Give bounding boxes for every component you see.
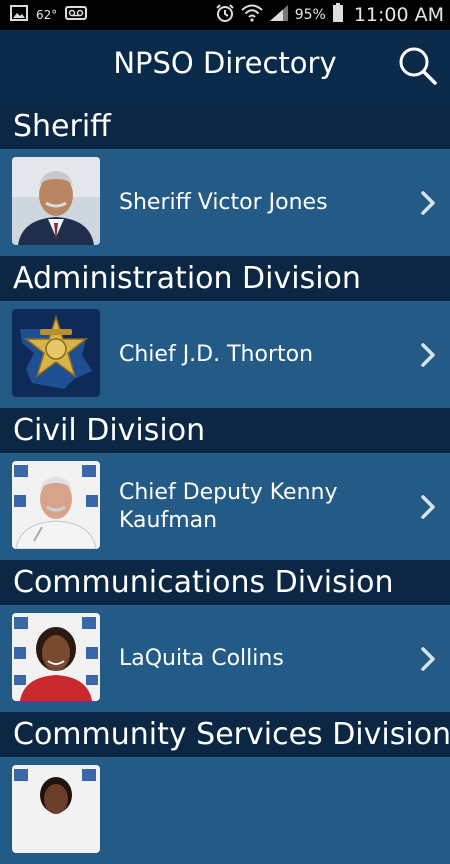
row-name: Chief Deputy Kenny Kaufman <box>119 479 338 533</box>
directory-row[interactable]: Chief J.D. Thorton <box>0 301 450 408</box>
directory-list[interactable]: Sheriff Sheriff Victor Jones Administrat… <box>0 104 450 864</box>
chevron-right-icon <box>421 647 435 671</box>
chevron-right-icon <box>421 191 435 215</box>
clock-time: 11:00 AM <box>353 4 444 26</box>
search-button[interactable] <box>396 44 440 88</box>
directory-row[interactable]: Sheriff Victor Jones <box>0 149 450 256</box>
portrait-photo <box>12 765 100 853</box>
row-name: Sheriff Victor Jones <box>119 189 328 215</box>
app-bar: NPSO Directory <box>0 30 450 104</box>
row-name <box>119 757 395 864</box>
section-header-administration: Administration Division <box>0 256 450 301</box>
chevron-right-icon <box>421 343 435 367</box>
battery-percent: 95% <box>294 7 326 23</box>
section-header-community-services: Community Services Division <box>0 712 450 757</box>
sheriff-badge-image <box>12 309 100 397</box>
wifi-icon <box>241 4 263 26</box>
section-header-civil: Civil Division <box>0 408 450 453</box>
directory-row[interactable]: LaQuita Collins <box>0 605 450 712</box>
battery-icon <box>332 3 344 27</box>
directory-row[interactable] <box>0 757 450 864</box>
directory-row[interactable]: Chief Deputy Kenny Kaufman <box>0 453 450 560</box>
app-title: NPSO Directory <box>113 46 337 80</box>
row-name: Chief J.D. Thorton <box>119 341 314 367</box>
gallery-notification-icon <box>10 5 28 25</box>
section-header-communications: Communications Division <box>0 560 450 605</box>
portrait-photo <box>12 461 100 549</box>
search-icon <box>399 47 437 85</box>
chevron-right-icon <box>421 495 435 519</box>
temperature-text: 62° <box>36 8 58 22</box>
status-bar: 62° 95% 11:00 AM <box>0 0 450 30</box>
section-header-sheriff: Sheriff <box>0 104 450 149</box>
signal-icon <box>269 4 289 26</box>
portrait-photo <box>12 613 100 701</box>
row-name: LaQuita Collins <box>119 645 284 671</box>
voicemail-icon <box>65 6 88 24</box>
portrait-photo <box>12 157 100 245</box>
alarm-icon <box>215 3 235 27</box>
